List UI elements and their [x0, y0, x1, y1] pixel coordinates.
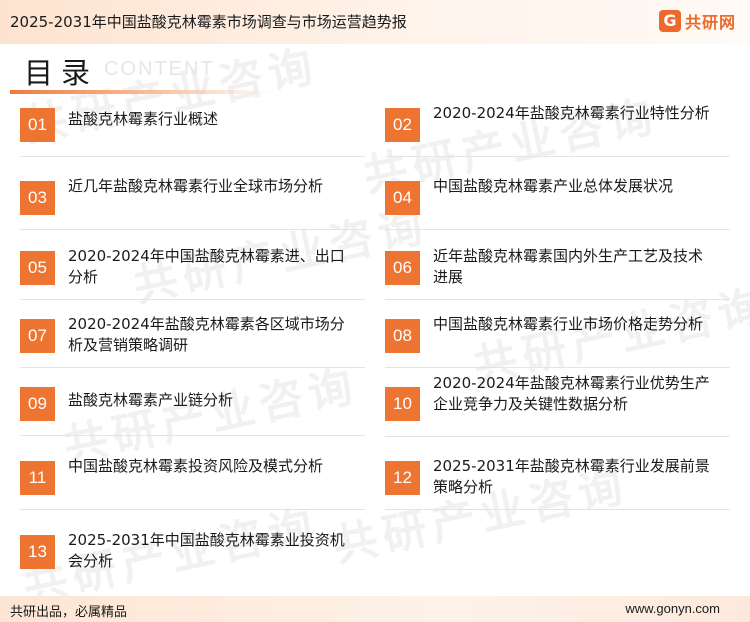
item-number-badge: 13 — [20, 535, 55, 569]
toc-item[interactable]: 02 2020-2024年盐酸克林霉素行业特性分析 — [385, 101, 730, 157]
item-title: 盐酸克林霉素行业概述 — [68, 110, 219, 128]
toc-underline — [10, 90, 272, 94]
item-title: 2025-2031年盐酸克林霉素行业发展前景策略分析 — [433, 457, 710, 496]
item-title: 盐酸克林霉素产业链分析 — [68, 391, 234, 409]
toc-item[interactable]: 03 近几年盐酸克林霉素行业全球市场分析 — [20, 174, 365, 230]
item-title: 中国盐酸克林霉素行业市场价格走势分析 — [433, 315, 704, 333]
divider — [20, 367, 365, 368]
item-title: 2020-2024年中国盐酸克林霉素进、出口分析 — [68, 247, 345, 286]
item-title: 中国盐酸克林霉素产业总体发展状况 — [433, 177, 674, 195]
toc-item[interactable]: 04 中国盐酸克林霉素产业总体发展状况 — [385, 174, 730, 230]
item-number-badge: 08 — [385, 319, 420, 353]
item-number-badge: 01 — [20, 108, 55, 142]
item-number-badge: 06 — [385, 251, 420, 285]
divider — [20, 156, 365, 157]
divider — [385, 299, 730, 300]
toc-item[interactable]: 09 盐酸克林霉素产业链分析 — [20, 380, 365, 436]
item-title: 近年盐酸克林霉素国内外生产工艺及技术进展 — [433, 247, 704, 286]
logo-icon: G — [658, 10, 681, 32]
toc-item[interactable]: 08 中国盐酸克林霉素行业市场价格走势分析 — [385, 312, 730, 368]
toc-item[interactable]: 06 近年盐酸克林霉素国内外生产工艺及技术进展 — [385, 244, 730, 300]
item-number-badge: 09 — [20, 387, 55, 421]
divider — [385, 229, 730, 230]
item-number-badge: 03 — [20, 181, 55, 215]
footer-slogan: 共研出品，必属精品 — [10, 605, 128, 620]
item-number-badge: 11 — [20, 461, 55, 495]
divider — [385, 156, 730, 157]
item-title: 2025-2031年中国盐酸克林霉素业投资机会分析 — [68, 531, 345, 570]
toc-item[interactable]: 05 2020-2024年中国盐酸克林霉素进、出口分析 — [20, 244, 365, 300]
item-title: 2020-2024年盐酸克林霉素行业优势生产企业竞争力及关键性数据分析 — [433, 374, 710, 413]
divider — [20, 299, 365, 300]
item-number-badge: 02 — [385, 108, 420, 142]
divider — [385, 436, 730, 437]
header-bar: 2025-2031年中国盐酸克林霉素市场调查与市场运营趋势报 G 共研网 — [0, 0, 750, 44]
logo-text: 共研网 — [684, 13, 736, 32]
item-number-badge: 07 — [20, 319, 55, 353]
divider — [385, 367, 730, 368]
toc-item[interactable]: 07 2020-2024年盐酸克林霉素各区域市场分析及营销策略调研 — [20, 312, 365, 368]
item-number-badge: 12 — [385, 461, 420, 495]
item-number-badge: 04 — [385, 181, 420, 215]
footer-website-link[interactable]: www.gonyn.com — [625, 601, 720, 616]
item-title: 2020-2024年盐酸克林霉素各区域市场分析及营销策略调研 — [68, 315, 345, 354]
item-number-badge: 10 — [385, 387, 420, 421]
item-number-badge: 05 — [20, 251, 55, 285]
report-title: 2025-2031年中国盐酸克林霉素市场调查与市场运营趋势报 — [10, 13, 407, 31]
divider — [20, 229, 365, 230]
item-title: 中国盐酸克林霉素投资风险及模式分析 — [68, 457, 324, 475]
toc-item[interactable]: 01 盐酸克林霉素行业概述 — [20, 101, 365, 157]
toc-subtitle: CONTENT — [104, 58, 215, 80]
brand-logo[interactable]: G 共研网 — [658, 9, 736, 33]
toc-heading: 目录 CONTENT — [24, 50, 213, 90]
divider — [20, 435, 365, 436]
toc-item[interactable]: 11 中国盐酸克林霉素投资风险及模式分析 — [20, 454, 365, 510]
toc-title: 目录 — [24, 56, 99, 90]
divider — [385, 509, 730, 510]
divider — [20, 509, 365, 510]
footer-bar: 共研出品，必属精品 www.gonyn.com — [0, 596, 750, 622]
toc-item[interactable]: 13 2025-2031年中国盐酸克林霉素业投资机会分析 — [20, 528, 360, 584]
toc-item[interactable]: 10 2020-2024年盐酸克林霉素行业优势生产企业竞争力及关键性数据分析 — [385, 371, 730, 437]
item-title: 2020-2024年盐酸克林霉素行业特性分析 — [433, 104, 710, 122]
item-title: 近几年盐酸克林霉素行业全球市场分析 — [68, 177, 324, 195]
toc-item[interactable]: 12 2025-2031年盐酸克林霉素行业发展前景策略分析 — [385, 454, 730, 510]
